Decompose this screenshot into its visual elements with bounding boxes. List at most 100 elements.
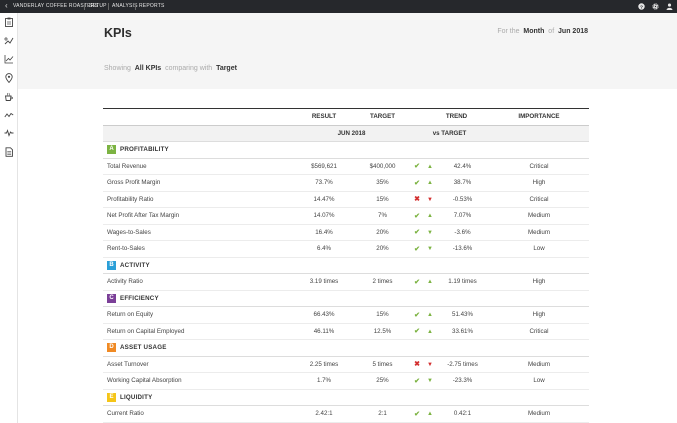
table-row[interactable]: Profitability Ratio 14.47% 15% ✖ ▼ -0.53% Crit… bbox=[103, 191, 589, 208]
kpi-status: ✔ bbox=[410, 405, 424, 423]
category-row[interactable]: C EFFICIENCY bbox=[103, 290, 589, 307]
kpi-status: ✔ bbox=[410, 240, 424, 258]
nav-analysis[interactable]: ANALYSIS bbox=[112, 0, 138, 13]
table-row[interactable]: Rent-to-Sales 6.4% 20% ✔ ▼ -13.6% Low bbox=[103, 240, 589, 258]
kpi-target: 20% bbox=[355, 224, 410, 241]
check-icon: ✔ bbox=[414, 278, 420, 286]
arrow-up-icon: ▲ bbox=[427, 180, 433, 187]
arrow-up-icon: ▲ bbox=[427, 312, 433, 319]
table-row[interactable]: Net Profit After Tax Margin 14.07% 7% ✔ ▲ 7.0… bbox=[103, 207, 589, 225]
category-row[interactable]: D ASSET USAGE bbox=[103, 339, 589, 357]
kpi-target: 2 times bbox=[355, 273, 410, 291]
help-icon[interactable]: ? bbox=[638, 3, 645, 10]
kpi-trend: -23.3% bbox=[436, 372, 489, 390]
header-target: TARGET bbox=[355, 108, 410, 126]
table-row[interactable]: Return on Capital Employed 46.11% 12.5% ✔ ▲ 3… bbox=[103, 323, 589, 340]
kpi-result: 3.19 times bbox=[293, 273, 355, 291]
category-badge: B bbox=[107, 260, 116, 270]
kpi-name[interactable]: Profitability Ratio bbox=[103, 191, 293, 208]
category-row[interactable]: B ACTIVITY bbox=[103, 257, 589, 274]
line-chart-icon[interactable] bbox=[4, 54, 14, 64]
check-icon: ✔ bbox=[414, 245, 420, 253]
kpi-importance: Medium bbox=[489, 224, 589, 241]
table-header-row: RESULT TARGET TREND IMPORTANCE bbox=[103, 108, 589, 126]
period-selector[interactable]: For the Month of Jun 2018 bbox=[497, 28, 588, 35]
kpi-table-body: JUN 2018 vs TARGET A PROFITABILITY Total Rev… bbox=[103, 125, 589, 423]
settings-icon[interactable] bbox=[652, 3, 659, 10]
kpi-trend-direction: ▼ bbox=[424, 356, 436, 373]
kpi-trend-direction: ▼ bbox=[424, 372, 436, 390]
category-label: EFFICIENCY bbox=[120, 294, 159, 302]
category-badge: C bbox=[107, 293, 116, 303]
app-name[interactable]: VANDERLAY COFFEE ROASTERS bbox=[13, 0, 98, 13]
category-badge: A bbox=[107, 145, 116, 155]
subheader-period: JUN 2018 bbox=[293, 125, 410, 142]
kpi-trend: 1.19 times bbox=[436, 273, 489, 291]
kpi-name[interactable]: Return on Capital Employed bbox=[103, 323, 293, 340]
kpi-importance: Medium bbox=[489, 207, 589, 225]
kpi-importance: High bbox=[489, 306, 589, 324]
nav-reports[interactable]: REPORTS bbox=[139, 0, 164, 13]
kpi-name[interactable]: Working Capital Absorption bbox=[103, 372, 293, 390]
kpi-trend: -0.53% bbox=[436, 191, 489, 208]
nav-divider bbox=[108, 3, 109, 10]
kpi-trend: 33.61% bbox=[436, 323, 489, 340]
pulse-icon[interactable] bbox=[4, 128, 14, 138]
header-importance: IMPORTANCE bbox=[489, 108, 589, 126]
kpi-name[interactable]: Net Profit After Tax Margin bbox=[103, 207, 293, 225]
kpi-status: ✔ bbox=[410, 323, 424, 340]
kpi-result: 2.25 times bbox=[293, 356, 355, 373]
table-row[interactable]: Working Capital Absorption 1.7% 25% ✔ ▼ -23.3… bbox=[103, 372, 589, 390]
table-row[interactable]: Wages-to-Sales 16.4% 20% ✔ ▼ -3.6% Medium bbox=[103, 224, 589, 241]
document-icon[interactable] bbox=[4, 147, 14, 157]
back-chevron-icon[interactable]: ‹ bbox=[5, 1, 8, 11]
arrow-down-icon: ▼ bbox=[427, 378, 433, 385]
coffee-cup-icon[interactable] bbox=[4, 92, 14, 102]
comparing-value[interactable]: Target bbox=[216, 65, 237, 72]
period-value[interactable]: Jun 2018 bbox=[558, 28, 588, 35]
period-unit[interactable]: Month bbox=[523, 28, 544, 35]
check-icon: ✔ bbox=[414, 179, 420, 187]
trend-icon[interactable] bbox=[4, 110, 14, 120]
clipboard-icon[interactable] bbox=[4, 17, 14, 27]
kpi-result: 46.11% bbox=[293, 323, 355, 340]
header-trend: TREND bbox=[424, 108, 489, 126]
growth-icon[interactable] bbox=[4, 36, 14, 46]
kpi-name[interactable]: Asset Turnover bbox=[103, 356, 293, 373]
kpi-trend: 51.43% bbox=[436, 306, 489, 324]
kpi-name[interactable]: Return on Equity bbox=[103, 306, 293, 324]
kpi-trend-direction: ▲ bbox=[424, 306, 436, 324]
kpi-importance: High bbox=[489, 273, 589, 291]
category-row[interactable]: E LIQUIDITY bbox=[103, 389, 589, 406]
kpi-name[interactable]: Current Ratio bbox=[103, 405, 293, 423]
kpi-result: 73.7% bbox=[293, 174, 355, 192]
kpi-trend-direction: ▼ bbox=[424, 240, 436, 258]
table-row[interactable]: Return on Equity 66.43% 15% ✔ ▲ 51.43% High bbox=[103, 306, 589, 324]
nav-setup[interactable]: SETUP bbox=[89, 0, 107, 13]
category-cell: B ACTIVITY bbox=[103, 257, 589, 274]
table-row[interactable]: Activity Ratio 3.19 times 2 times ✔ ▲ 1.19 ti… bbox=[103, 273, 589, 291]
arrow-down-icon: ▼ bbox=[427, 229, 433, 236]
table-row[interactable]: Total Revenue $569,621 $400,000 ✔ ▲ 42.4% Crit… bbox=[103, 158, 589, 175]
kpi-trend-direction: ▲ bbox=[424, 174, 436, 192]
table-row[interactable]: Asset Turnover 2.25 times 5 times ✖ ▼ -2.75 t… bbox=[103, 356, 589, 373]
showing-value[interactable]: All KPIs bbox=[135, 65, 161, 72]
kpi-status: ✔ bbox=[410, 158, 424, 175]
location-pin-icon[interactable] bbox=[4, 73, 14, 83]
table-row[interactable]: Current Ratio 2.42:1 2:1 ✔ ▲ 0.42:1 Medium bbox=[103, 405, 589, 423]
kpi-result: 16.4% bbox=[293, 224, 355, 241]
user-icon[interactable] bbox=[666, 3, 673, 10]
kpi-target: 20% bbox=[355, 240, 410, 258]
kpi-name[interactable]: Gross Profit Margin bbox=[103, 174, 293, 192]
kpi-name[interactable]: Wages-to-Sales bbox=[103, 224, 293, 241]
kpi-name[interactable]: Rent-to-Sales bbox=[103, 240, 293, 258]
table-row[interactable]: Gross Profit Margin 73.7% 35% ✔ ▲ 38.7% High bbox=[103, 174, 589, 192]
arrow-up-icon: ▲ bbox=[427, 279, 433, 286]
category-label: LIQUIDITY bbox=[120, 393, 153, 401]
kpi-name[interactable]: Total Revenue bbox=[103, 158, 293, 175]
kpi-trend: -2.75 times bbox=[436, 356, 489, 373]
category-row[interactable]: A PROFITABILITY bbox=[103, 141, 589, 159]
kpi-name[interactable]: Activity Ratio bbox=[103, 273, 293, 291]
category-badge: D bbox=[107, 343, 116, 353]
kpi-trend-direction: ▲ bbox=[424, 207, 436, 225]
